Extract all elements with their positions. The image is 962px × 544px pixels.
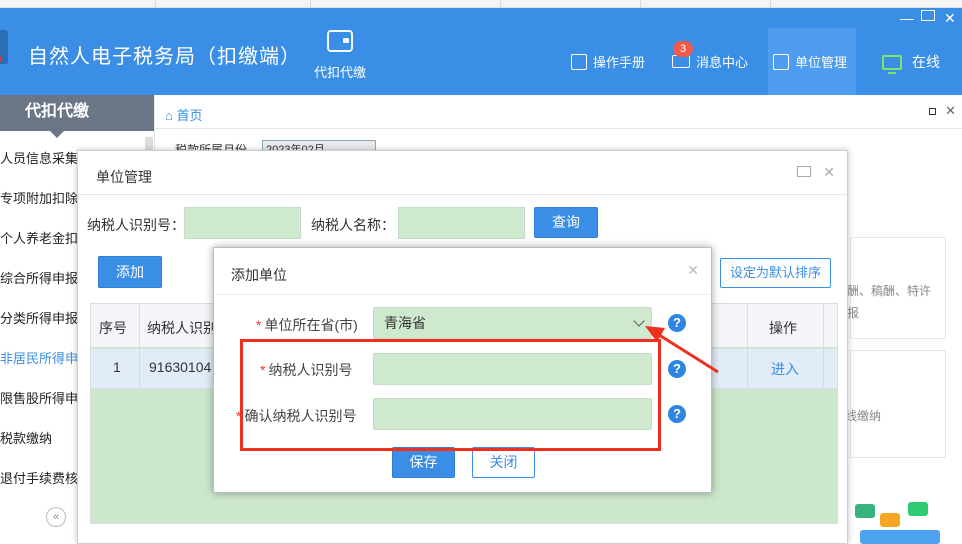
arrow-line	[655, 331, 719, 374]
arrow-head	[645, 326, 665, 342]
annotation-arrow	[645, 326, 719, 374]
